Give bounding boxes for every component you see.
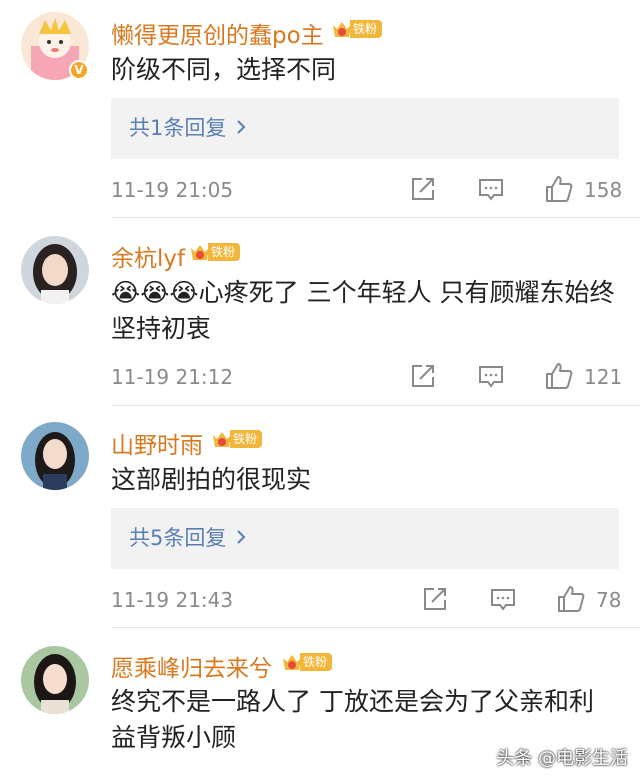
replies-link[interactable]: 共1条回复 [111,98,619,159]
watermark: 头条 @电影生活 [496,748,628,769]
avatar[interactable] [21,422,89,490]
fan-label: 铁粉 [208,243,241,261]
fan-label: 铁粉 [350,20,383,38]
username[interactable]: 山野时雨 [111,426,203,460]
share-box-icon[interactable] [410,176,436,206]
like-count: 78 [596,588,622,612]
timestamp: 11-19 21:05 [111,178,234,202]
fan-label: 铁粉 [230,430,263,448]
username[interactable]: 懒得更原创的蠢po主 [111,16,324,50]
replies-label: 共1条回复 [129,116,227,140]
fan-label: 铁粉 [300,653,333,671]
thumbs-up-icon[interactable] [544,174,574,208]
comment-icon[interactable] [478,363,504,393]
share-box-icon[interactable] [422,586,448,616]
comment-icon[interactable] [490,586,516,616]
comment-text: 😭😭😭心疼死了 三个年轻人 只有顾耀东始终坚持初衷 [111,278,615,343]
comment-item: 余杭lyf 铁粉 😭😭😭心疼死了 三个年轻人 只有顾耀东始终坚持初衷 11-19… [0,218,640,406]
username[interactable]: 余杭lyf [111,239,185,273]
replies-label: 共5条回复 [129,526,227,550]
avatar[interactable] [21,236,89,304]
timestamp: 11-19 21:12 [111,365,234,389]
share-box-icon[interactable] [410,363,436,393]
thumbs-up-icon[interactable] [556,584,586,618]
fan-badge: 铁粉 [330,17,383,41]
like-count: 158 [584,178,623,202]
timestamp: 11-19 21:43 [111,588,234,612]
fan-badge: 铁粉 [210,427,263,451]
comment-icon[interactable] [478,176,504,206]
chevron-right-icon [236,508,246,569]
comment-item: 山野时雨 铁粉 这部剧拍的很现实 共5条回复 11-19 21:43 78 [0,406,640,628]
username[interactable]: 愿乘峰归去来兮 [111,649,272,683]
comment-item: V 懒得更原创的蠢po主 铁粉 阶级不同，选择不同 共1条回复 11-19 21… [0,0,640,218]
replies-link[interactable]: 共5条回复 [111,508,619,569]
thumbs-up-icon[interactable] [544,361,574,395]
chevron-right-icon [236,98,246,159]
comment-text: 这部剧拍的很现实 [111,465,312,494]
comment-text: 阶级不同，选择不同 [111,55,337,84]
fan-badge: 铁粉 [280,650,333,674]
like-count: 121 [584,365,623,389]
avatar[interactable] [21,646,89,714]
verified-badge: V [69,60,89,80]
fan-badge: 铁粉 [188,240,241,264]
